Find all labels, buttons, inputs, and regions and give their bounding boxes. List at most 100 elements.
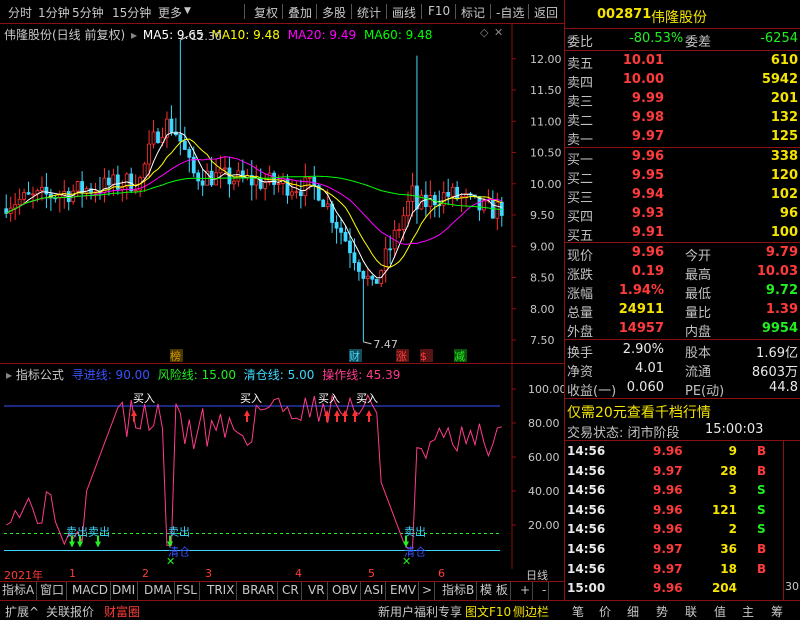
statistics-button[interactable]: 统计 [357, 4, 381, 21]
candle-body [410, 185, 415, 202]
kline-chart[interactable]: 伟隆股份(日线 前复权) ▸ MA5: 9.65 MA10: 9.48 MA20… [0, 24, 564, 364]
indicator-canvas: 100.00 80.00 60.00 40.00 20.00 买入 买入 买入 买入卖出 卖出 卖出… [4, 364, 564, 569]
candle-body [432, 195, 437, 206]
ask-row: 卖一 9.97 125 [565, 128, 800, 148]
zoom-in-button[interactable]: + [518, 582, 534, 600]
stat-label: 最高 [685, 268, 712, 283]
candle-body [348, 240, 352, 254]
tab-dmi[interactable]: DMI [110, 582, 139, 600]
tab-value[interactable]: 值 [714, 603, 726, 620]
stat-row: 涨幅 1.94% 最低 9.72 [565, 282, 800, 302]
indicator-axis-label: 100.00 [528, 383, 564, 396]
candle-body [169, 118, 174, 133]
candle-body [325, 203, 330, 208]
add-watchlist-button[interactable]: -自选 [496, 4, 524, 21]
chevron-down-icon[interactable]: ▼ [184, 6, 191, 16]
tab-price[interactable]: 价 [599, 603, 611, 620]
promo-row[interactable]: 仅需20元查看千档行情 [565, 401, 800, 422]
tab-brar[interactable]: BRAR [240, 582, 278, 600]
candle-body [254, 178, 259, 186]
tab-template[interactable]: 模 板 [478, 582, 511, 600]
sidebar-toggle[interactable]: 侧边栏 [513, 603, 549, 620]
tab-vr[interactable]: VR [306, 582, 328, 600]
x-axis-month: 2 [142, 567, 149, 580]
fin-row: 净资 4.01 流通 8603万 [565, 360, 800, 380]
candle-body [178, 134, 183, 142]
tab-linked[interactable]: 联 [685, 603, 697, 620]
expand-button[interactable]: 扩展^ [5, 603, 39, 620]
bid-volume: 100 [770, 225, 798, 240]
tick-side: B [757, 444, 767, 458]
draw-line-button[interactable]: 画线 [392, 4, 416, 21]
stat-label: 涨跌 [567, 268, 594, 283]
indicator-chart[interactable]: ▸ 指标公式 寻进线: 90.00 风险线: 15.00 清仓线: 5.00 操… [0, 364, 564, 569]
tab-fsl[interactable]: FSL [174, 582, 200, 600]
overlay-button[interactable]: 叠加 [288, 4, 312, 21]
tab-15min[interactable]: 15分钟 [112, 4, 151, 21]
more-periods-button[interactable]: 更多 [158, 4, 182, 21]
tab-asi[interactable]: ASI [362, 582, 387, 600]
tab-emv[interactable]: EMV [388, 582, 420, 600]
tab-trix[interactable]: TRIX [205, 582, 238, 600]
zoom-out-button[interactable]: - [540, 582, 550, 600]
tab-indicator-b[interactable]: 指标B [440, 582, 478, 600]
f10-graphic-link[interactable]: 图文F10 [465, 603, 511, 620]
tick-side: B [757, 542, 767, 556]
tab-window[interactable]: 窗口 [38, 582, 68, 600]
stock-name: 伟隆股份 [651, 10, 707, 26]
candle-body [285, 178, 290, 196]
tick-time: 14:56 [567, 542, 606, 556]
f10-button[interactable]: F10 [428, 4, 450, 18]
fin-label: 收益(一) [567, 384, 617, 399]
candle-body [406, 200, 410, 217]
tab-dma[interactable]: DMA [142, 582, 175, 600]
tab-cr[interactable]: CR [280, 582, 302, 600]
tab-detail[interactable]: 细 [627, 603, 639, 620]
tab-trades[interactable]: 笔 [572, 603, 584, 620]
back-button[interactable]: 返回 [534, 4, 558, 21]
ask-price: 9.99 [631, 91, 664, 106]
candle-body [401, 215, 406, 230]
tick-time: 14:56 [567, 463, 606, 478]
ask-price: 9.98 [631, 110, 664, 125]
tab-1min[interactable]: 1分钟 [38, 4, 70, 21]
ask-level-label: 卖三 [567, 95, 594, 110]
tab-macd[interactable]: MACD [70, 582, 111, 600]
price-axis-label: 11.00 [530, 115, 562, 128]
ask-price: 10.01 [622, 53, 664, 68]
wealth-circle-link[interactable]: 财富圈 [104, 603, 140, 620]
stat-value: 0.19 [631, 264, 664, 279]
time-axis: 2021年 1 2 3 4 5 6 日线 [0, 567, 564, 582]
event-tag: $ [420, 350, 427, 363]
tab-indicator-a[interactable]: 指标A [0, 582, 38, 600]
x-axis-month: 1 [69, 567, 76, 580]
tab-5min[interactable]: 5分钟 [72, 4, 104, 21]
candle-body [187, 149, 192, 158]
mark-button[interactable]: 标记 [461, 4, 485, 21]
event-tag: 财 [349, 349, 360, 363]
fin-label: 净资 [567, 365, 594, 380]
tick-row: 14:56 9.96 121 S [565, 500, 800, 520]
multi-stock-button[interactable]: 多股 [322, 4, 346, 21]
tab-obv[interactable]: OBV [330, 582, 361, 600]
candle-body [450, 186, 455, 197]
tick-scroll-column[interactable] [783, 440, 800, 600]
candle-body [334, 221, 339, 229]
adjust-price-button[interactable]: 复权 [254, 4, 278, 21]
stat-value: 9.79 [765, 245, 798, 260]
promo-link[interactable]: 仅需20元查看千档行情 [567, 402, 711, 422]
new-user-benefit-link[interactable]: 新用户福利专享 [378, 603, 462, 620]
tab-intraday[interactable]: 分时 [8, 4, 32, 21]
candle-body [415, 185, 419, 210]
candle-body [303, 177, 308, 197]
tab-chips[interactable]: 筹 [771, 603, 783, 620]
tab-main[interactable]: 主 [742, 603, 754, 620]
tab-more[interactable]: > [420, 582, 436, 600]
candle-body [17, 198, 22, 206]
related-quotes-link[interactable]: 关联报价 [46, 603, 94, 620]
stat-value: 14957 [618, 321, 664, 336]
tab-trend[interactable]: 势 [656, 603, 668, 620]
x-axis-month: 6 [438, 567, 445, 580]
candle-body [383, 248, 388, 272]
candle-body [147, 143, 151, 165]
